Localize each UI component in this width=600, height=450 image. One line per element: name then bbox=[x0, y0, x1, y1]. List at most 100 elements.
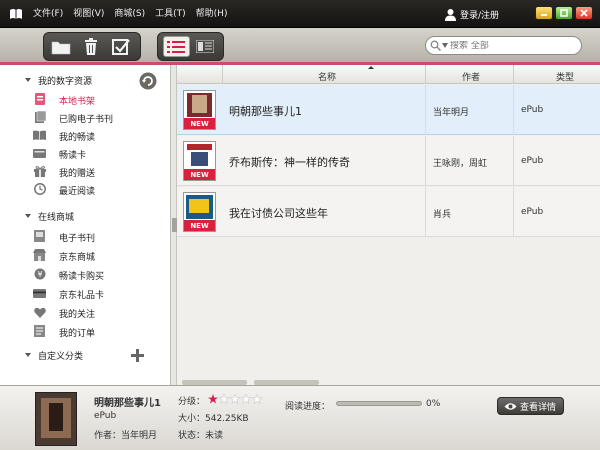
svg-text:¥: ¥ bbox=[37, 270, 42, 279]
star-icon-empty[interactable] bbox=[230, 394, 240, 404]
trash-icon bbox=[85, 37, 97, 55]
search-box[interactable] bbox=[425, 36, 582, 55]
sidebar-item-follows[interactable]: 我的关注 bbox=[0, 303, 171, 321]
maximize-icon bbox=[560, 9, 568, 17]
sidebar-item-gift-card[interactable]: 京东礼品卡 bbox=[0, 284, 171, 302]
refresh-icon[interactable] bbox=[139, 72, 157, 90]
sidebar-item-orders[interactable]: 我的订单 bbox=[0, 322, 171, 340]
purchased-books-icon bbox=[33, 111, 46, 123]
column-divider bbox=[425, 187, 426, 237]
new-badge: NEW bbox=[184, 118, 215, 129]
book-type: ePub bbox=[521, 105, 544, 115]
star-icon-empty[interactable] bbox=[219, 394, 229, 404]
menu-file[interactable]: 文件(F) bbox=[33, 9, 63, 20]
maximize-button[interactable] bbox=[555, 6, 573, 20]
star-icon-filled[interactable] bbox=[208, 394, 218, 404]
detail-type: ePub bbox=[94, 411, 117, 421]
book-cover: NEW bbox=[183, 90, 216, 130]
book-author: 王咏刚，周虹 bbox=[433, 159, 488, 169]
expand-triangle-icon bbox=[25, 353, 31, 357]
menu-store[interactable]: 商城(S) bbox=[114, 9, 145, 20]
window-controls bbox=[535, 6, 593, 20]
column-title-label: 名称 bbox=[318, 73, 337, 83]
menu-tools[interactable]: 工具(T) bbox=[155, 9, 186, 20]
section-online-store[interactable]: 在线商城 bbox=[0, 207, 171, 225]
sidebar-item-label: 畅读卡购买 bbox=[59, 272, 105, 282]
column-divider bbox=[425, 85, 426, 135]
shop-icon bbox=[33, 249, 46, 261]
delete-button[interactable] bbox=[79, 36, 103, 58]
view-details-label: 查看详情 bbox=[520, 402, 557, 413]
sidebar-item-label: 畅读卡 bbox=[59, 151, 87, 161]
list-view-icon bbox=[167, 40, 186, 53]
sidebar-item-label: 我的赠送 bbox=[59, 169, 96, 179]
ebook-icon bbox=[33, 230, 46, 242]
table-row[interactable]: NEW 乔布斯传：神一样的传奇 王咏刚，周虹 ePub bbox=[177, 136, 600, 186]
view-mode-group bbox=[157, 32, 224, 61]
book-cover: NEW bbox=[183, 192, 216, 232]
login-label: 登录/注册 bbox=[460, 11, 500, 21]
book-type: ePub bbox=[521, 207, 544, 217]
add-category-icon[interactable] bbox=[131, 349, 144, 362]
heart-icon bbox=[33, 306, 46, 318]
gift-icon bbox=[33, 165, 46, 177]
book-title: 乔布斯传：神一样的传奇 bbox=[229, 156, 350, 169]
star-icon-empty[interactable] bbox=[241, 394, 251, 404]
reading-progress-bar bbox=[336, 401, 422, 406]
sidebar: 我的数字资源 本地书架 已购电子书刊 我的畅读 畅读卡 我的赠送 最近阅读 在线… bbox=[0, 65, 171, 385]
column-divider bbox=[425, 136, 426, 186]
sidebar-item-label: 已购电子书刊 bbox=[59, 115, 114, 125]
book-author: 肖兵 bbox=[433, 210, 452, 220]
sidebar-item-label: 京东商城 bbox=[59, 253, 96, 263]
menu-bar: 文件(F) 视图(V) 商城(S) 工具(T) 帮助(H) bbox=[33, 9, 227, 20]
menu-help[interactable]: 帮助(H) bbox=[196, 9, 228, 20]
login-link[interactable]: 登录/注册 bbox=[444, 8, 499, 21]
sidebar-item-ebooks[interactable]: 电子书刊 bbox=[0, 227, 171, 245]
detail-view-button[interactable] bbox=[192, 36, 218, 57]
sidebar-item-jd-store[interactable]: 京东商城 bbox=[0, 246, 171, 264]
sidebar-item-local-shelf[interactable]: 本地书架 bbox=[0, 90, 171, 108]
section-title: 自定义分类 bbox=[38, 351, 84, 362]
column-type[interactable]: 类型 bbox=[513, 65, 600, 84]
table-row[interactable]: NEW 明朝那些事儿1 当年明月 ePub bbox=[177, 85, 600, 135]
list-view-button[interactable] bbox=[163, 36, 190, 57]
book-author: 当年明月 bbox=[433, 108, 470, 118]
search-input[interactable] bbox=[450, 40, 568, 51]
app-book-icon bbox=[10, 9, 22, 19]
rating-stars[interactable] bbox=[208, 394, 262, 404]
sidebar-item-purchased[interactable]: 已购电子书刊 bbox=[0, 108, 171, 126]
detail-status: 状态：未读 bbox=[178, 431, 224, 441]
sidebar-item-my-reads[interactable]: 我的畅读 bbox=[0, 126, 171, 144]
view-details-button[interactable]: 查看详情 bbox=[497, 397, 564, 415]
close-button[interactable] bbox=[575, 6, 593, 20]
expand-triangle-icon bbox=[25, 214, 31, 218]
minimize-button[interactable] bbox=[535, 6, 553, 20]
detail-size: 大小：542.25KB bbox=[178, 414, 249, 424]
search-icon bbox=[430, 40, 441, 51]
column-title[interactable]: 名称 bbox=[222, 65, 425, 84]
column-divider bbox=[513, 187, 514, 237]
detail-author: 作者：当年明月 bbox=[94, 431, 158, 441]
table-row[interactable]: NEW 我在讨债公司这些年 肖兵 ePub bbox=[177, 187, 600, 237]
book-open-icon bbox=[33, 129, 46, 141]
column-author-label: 作者 bbox=[462, 73, 481, 83]
sidebar-item-read-card[interactable]: 畅读卡 bbox=[0, 144, 171, 162]
sidebar-item-label: 京东礼品卡 bbox=[59, 291, 105, 301]
book-title: 明朝那些事儿1 bbox=[229, 105, 302, 118]
cover-art bbox=[192, 95, 207, 113]
select-button[interactable] bbox=[109, 36, 133, 58]
import-folder-button[interactable] bbox=[49, 36, 73, 58]
sidebar-item-label: 本地书架 bbox=[59, 97, 96, 107]
search-dropdown-icon[interactable] bbox=[442, 43, 448, 48]
book-title: 我在讨债公司这些年 bbox=[229, 207, 328, 220]
bookshelf-icon bbox=[33, 93, 46, 105]
sidebar-item-buy-card[interactable]: ¥ 畅读卡购买 bbox=[0, 265, 171, 283]
star-icon-empty[interactable] bbox=[252, 394, 262, 404]
rating-label: 分级： bbox=[178, 397, 206, 407]
column-author[interactable]: 作者 bbox=[425, 65, 513, 84]
sidebar-item-recent[interactable]: 最近阅读 bbox=[0, 180, 171, 198]
minimize-icon bbox=[541, 14, 547, 16]
section-custom-categories[interactable]: 自定义分类 bbox=[0, 346, 171, 364]
menu-view[interactable]: 视图(V) bbox=[73, 9, 104, 20]
sidebar-item-my-gifts[interactable]: 我的赠送 bbox=[0, 162, 171, 180]
